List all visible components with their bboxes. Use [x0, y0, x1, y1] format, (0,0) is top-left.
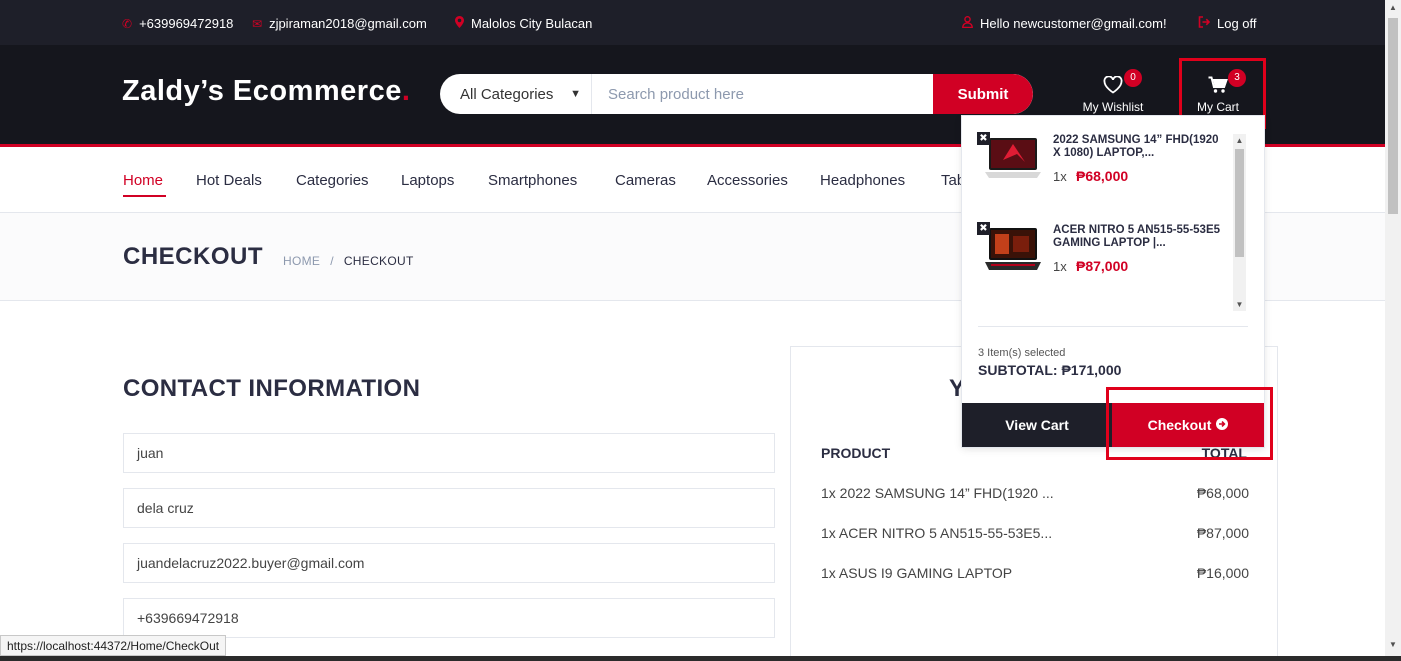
envelope-icon: ✉	[252, 16, 263, 31]
nav-smartphones[interactable]: Smartphones	[488, 172, 577, 189]
remove-item-icon[interactable]: ✖	[977, 132, 990, 145]
order-row-product: 1x ACER NITRO 5 AN515-55-53E5...	[821, 525, 1053, 541]
page-title: CHECKOUT	[123, 243, 263, 270]
view-cart-label: View Cart	[1005, 417, 1069, 433]
nav-accessories[interactable]: Accessories	[707, 172, 788, 189]
sign-out-icon	[1198, 16, 1211, 31]
phone-field[interactable]: +639669472918	[123, 598, 775, 638]
cart-item-price: ₱68,000	[1076, 168, 1129, 184]
laptop-thumbnail	[981, 224, 1045, 276]
cart-subtotal: SUBTOTAL: ₱171,000	[978, 362, 1122, 378]
view-cart-button[interactable]: View Cart	[962, 403, 1112, 447]
cart-item[interactable]: ✖ ACER NITRO 5 AN515-55-53E5 GAMING LAPT…	[977, 222, 1229, 304]
search-placeholder: Search product here	[608, 85, 744, 103]
phone-value: +639669472918	[137, 610, 239, 626]
order-row: 1x ACER NITRO 5 AN515-55-53E5... ₱87,000	[821, 525, 1249, 541]
nav-laptops[interactable]: Laptops	[401, 172, 454, 189]
cart-item[interactable]: ✖ 2022 SAMSUNG 14” FHD(1920 X 1080) LAPT…	[977, 132, 1229, 214]
cart-item-name[interactable]: ACER NITRO 5 AN515-55-53E5 GAMING LAPTOP…	[1053, 224, 1229, 250]
last-name-field[interactable]: dela cruz	[123, 488, 775, 528]
order-row-total: ₱68,000	[1196, 485, 1249, 501]
user-icon	[962, 16, 973, 31]
checkout-highlight-box	[1106, 387, 1273, 460]
wishlist-button[interactable]: My Wishlist 0	[1076, 69, 1150, 114]
active-nav-underline	[123, 195, 166, 197]
first-name-value: juan	[137, 445, 164, 461]
nav-hot-deals[interactable]: Hot Deals	[196, 172, 262, 189]
wishlist-label: My Wishlist	[1082, 100, 1144, 114]
order-row-product: 1x 2022 SAMSUNG 14” FHD(1920 ...	[821, 485, 1054, 501]
breadcrumb-home[interactable]: HOME	[283, 254, 320, 268]
laptop-thumbnail	[981, 134, 1045, 186]
link-status-bar: https://localhost:44372/Home/CheckOut	[0, 635, 227, 656]
email-field[interactable]: juandelacruz2022.buyer@gmail.com	[123, 543, 775, 583]
chevron-down-icon: ▼	[570, 88, 581, 100]
cart-divider	[978, 326, 1248, 327]
breadcrumb-separator: /	[330, 254, 334, 268]
top-bar: ✆ +639969472918 ✉ zjpiraman2018@gmail.co…	[0, 0, 1385, 45]
contact-info-title: CONTACT INFORMATION	[123, 375, 421, 402]
order-row-total: ₱16,000	[1196, 565, 1249, 581]
logo-dot: .	[401, 75, 411, 107]
cart-item-price: ₱87,000	[1076, 258, 1129, 274]
phone-number: +639969472918	[139, 16, 234, 31]
breadcrumb: HOME / CHECKOUT	[283, 254, 414, 268]
nav-headphones[interactable]: Headphones	[820, 172, 905, 189]
order-row-product: 1x ASUS I9 GAMING LAPTOP	[821, 565, 1013, 581]
order-row-total: ₱87,000	[1196, 525, 1249, 541]
order-row: 1x 2022 SAMSUNG 14” FHD(1920 ... ₱68,000	[821, 485, 1249, 501]
account-greeting[interactable]: Hello newcustomer@gmail.com!	[962, 16, 1167, 31]
logo-text: Zaldy’s Ecommerce	[122, 75, 402, 107]
phone-contact[interactable]: ✆ +639969472918	[122, 16, 233, 31]
taskbar-strip	[0, 656, 1401, 661]
cart-item-qty: 1x	[1053, 259, 1067, 274]
status-url: https://localhost:44372/Home/CheckOut	[7, 638, 220, 653]
scroll-down-icon[interactable]: ▼	[1233, 300, 1246, 309]
search-input[interactable]: Search product here	[592, 74, 933, 114]
cart-list-scrollbar[interactable]: ▲ ▼	[1233, 134, 1246, 311]
cart-item-name[interactable]: 2022 SAMSUNG 14” FHD(1920 X 1080) LAPTOP…	[1053, 134, 1229, 160]
site-logo[interactable]: Zaldy’s Ecommerce.	[122, 75, 410, 108]
nav-cameras[interactable]: Cameras	[615, 172, 676, 189]
remove-item-icon[interactable]: ✖	[977, 222, 990, 235]
cart-item-qty: 1x	[1053, 169, 1067, 184]
items-selected-count: 3 Item(s) selected	[978, 347, 1066, 359]
cart-scroll-thumb[interactable]	[1235, 149, 1244, 257]
location-text: Malolos City Bulacan	[471, 16, 593, 31]
page-scroll-thumb[interactable]	[1388, 18, 1398, 214]
scroll-up-icon[interactable]: ▲	[1233, 136, 1246, 145]
category-select[interactable]: All Categories ▼	[440, 74, 592, 114]
location-contact[interactable]: Malolos City Bulacan	[455, 16, 592, 31]
greeting-text: Hello newcustomer@gmail.com!	[980, 16, 1167, 31]
email-value: juandelacruz2022.buyer@gmail.com	[137, 555, 365, 571]
email-address: zjpiraman2018@gmail.com	[269, 16, 427, 31]
scroll-up-icon[interactable]: ▲	[1385, 3, 1401, 12]
product-column-header: PRODUCT	[821, 445, 891, 461]
wishlist-count-badge: 0	[1124, 69, 1142, 87]
last-name-value: dela cruz	[137, 500, 194, 516]
order-row: 1x ASUS I9 GAMING LAPTOP ₱16,000	[821, 565, 1249, 581]
logout-label: Log off	[1217, 16, 1257, 31]
phone-icon: ✆	[122, 16, 133, 31]
nav-categories[interactable]: Categories	[296, 172, 369, 189]
nav-home[interactable]: Home	[123, 172, 163, 189]
logout-link[interactable]: Log off	[1198, 16, 1257, 31]
category-select-value: All Categories	[460, 85, 554, 103]
map-marker-icon	[455, 16, 464, 31]
search-form: All Categories ▼ Search product here Sub…	[440, 74, 1033, 114]
breadcrumb-current: CHECKOUT	[343, 254, 414, 268]
page-scrollbar[interactable]: ▲ ▼	[1385, 0, 1401, 661]
first-name-field[interactable]: juan	[123, 433, 775, 473]
submit-button[interactable]: Submit	[933, 74, 1033, 114]
email-contact[interactable]: ✉ zjpiraman2018@gmail.com	[252, 16, 427, 31]
scroll-down-icon[interactable]: ▼	[1385, 640, 1401, 649]
